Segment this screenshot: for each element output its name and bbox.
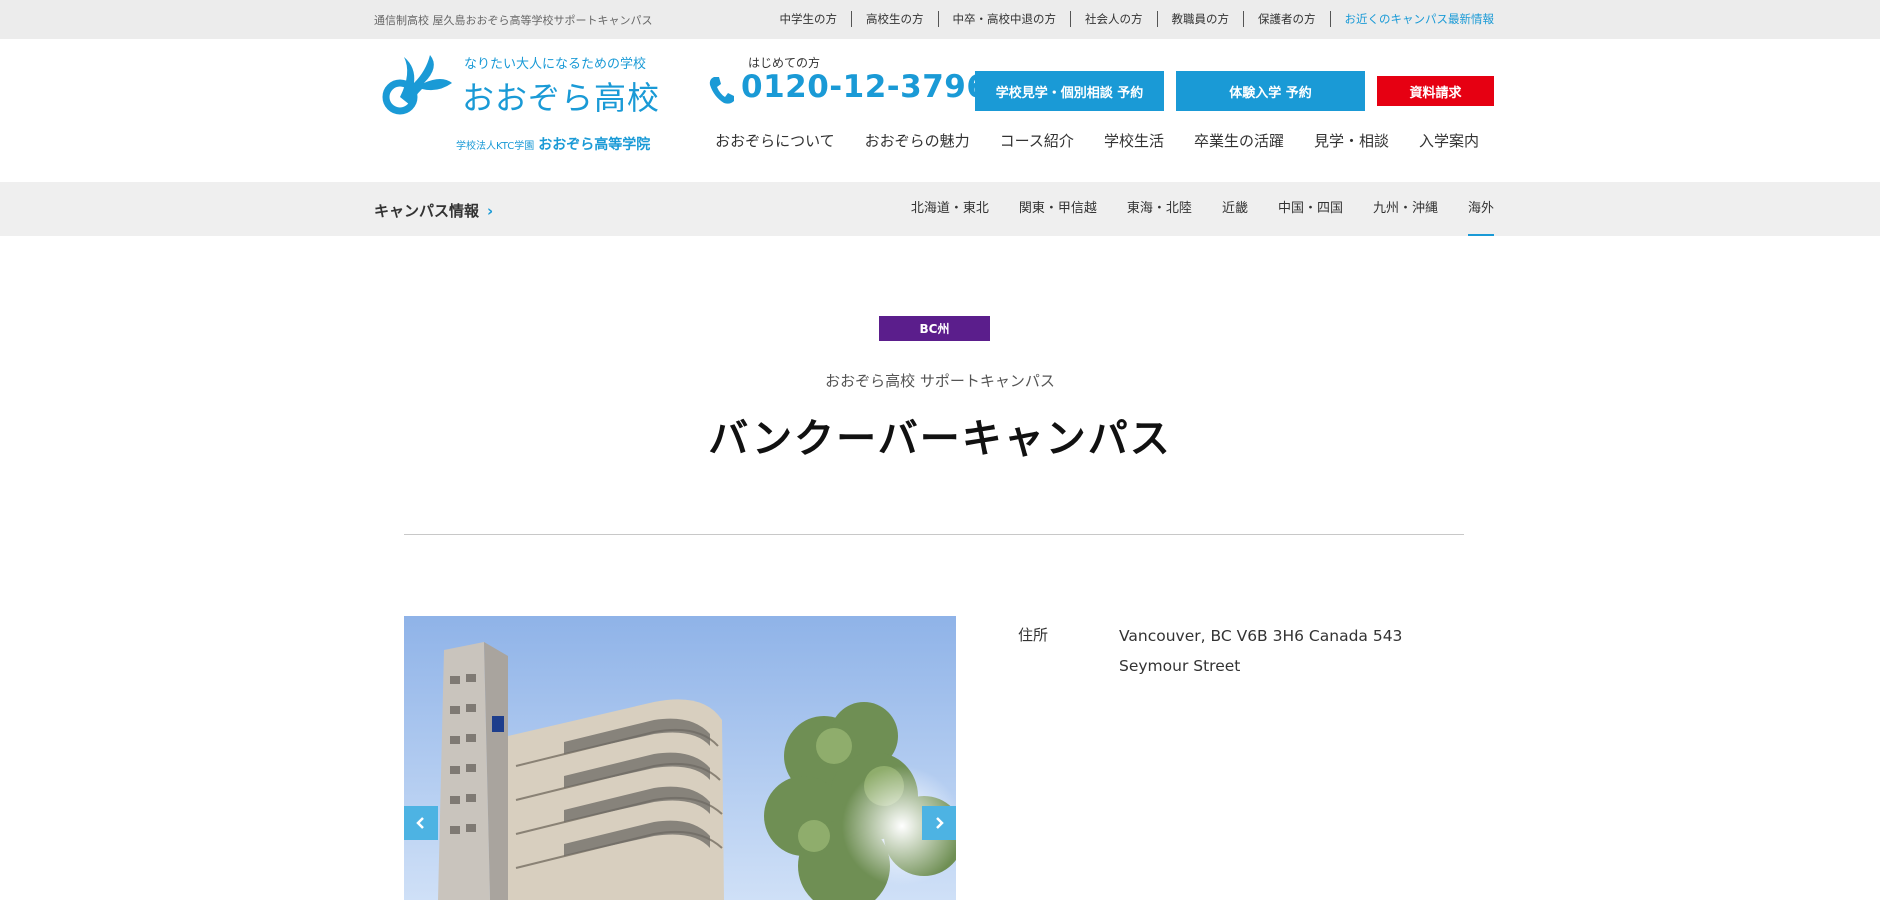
nav-visit[interactable]: 見学・相談 bbox=[1299, 130, 1404, 151]
region-tabs: 北海道・東北 関東・甲信越 東海・北陸 近畿 中国・四国 九州・沖縄 海外 bbox=[881, 182, 1495, 236]
audience-links: 中学生の方 高校生の方 中卒・高校中退の方 社会人の方 教職員の方 保護者の方 … bbox=[766, 11, 1494, 27]
region-badge: BC州 bbox=[879, 316, 990, 341]
main-navigation: おおぞらについて おおぞらの魅力 コース紹介 学校生活 卒業生の活躍 見学・相談… bbox=[700, 130, 1494, 151]
address-value: Vancouver, BC V6B 3H6 Canada 543 Seymour… bbox=[1119, 627, 1403, 675]
address-label: 住所 bbox=[1018, 626, 1049, 644]
slider-next-button[interactable] bbox=[922, 806, 956, 840]
bird-logo-icon bbox=[382, 55, 452, 115]
nav-courses[interactable]: コース紹介 bbox=[985, 130, 1089, 151]
phone-icon bbox=[709, 77, 734, 104]
sub-logo-corporation: 学校法人KTC学園 bbox=[456, 141, 535, 152]
logo-tagline: なりたい大人になるための学校 bbox=[464, 57, 647, 72]
campus-photo bbox=[404, 616, 956, 900]
trial-admission-button[interactable]: 体験入学 予約 bbox=[1176, 71, 1365, 111]
tab-tokai-hokuriku[interactable]: 東海・北陸 bbox=[1127, 182, 1192, 236]
link-junior-high[interactable]: 中学生の方 bbox=[766, 11, 852, 27]
nav-about[interactable]: おおぞらについて bbox=[700, 130, 850, 151]
site-logo[interactable]: なりたい大人になるための学校 おおぞら高校 bbox=[382, 49, 672, 117]
phone-number[interactable]: 0120-12-3796 bbox=[741, 69, 988, 105]
section-divider bbox=[404, 534, 1464, 535]
campus-building-image bbox=[404, 616, 956, 900]
page-title: バンクーバーキャンパス bbox=[708, 416, 1172, 462]
nav-appeal[interactable]: おおぞらの魅力 bbox=[850, 130, 985, 151]
campus-info-link[interactable]: キャンパス情報 › bbox=[374, 200, 493, 221]
nav-graduates[interactable]: 卒業生の活躍 bbox=[1179, 130, 1299, 151]
chevron-left-icon bbox=[416, 817, 424, 829]
slider-prev-button[interactable] bbox=[404, 806, 438, 840]
link-high-school[interactable]: 高校生の方 bbox=[851, 11, 938, 27]
chevron-right-icon bbox=[936, 817, 944, 829]
tab-chugoku-shikoku[interactable]: 中国・四国 bbox=[1278, 182, 1343, 236]
campus-kicker: おおぞら高校 サポートキャンパス bbox=[825, 372, 1055, 390]
school-name: 通信制高校 屋久島おおぞら高等学校サポートキャンパス bbox=[374, 14, 653, 27]
site-header: なりたい大人になるための学校 おおぞら高校 学校法人KTC学園 おおぞら高等学院 … bbox=[374, 39, 1494, 182]
link-parents[interactable]: 保護者の方 bbox=[1243, 11, 1330, 27]
ktc-sub-logo[interactable]: 学校法人KTC学園 おおぞら高等学院 bbox=[456, 134, 650, 154]
sub-logo-name: おおぞら高等学院 bbox=[538, 137, 651, 153]
request-materials-button[interactable]: 資料請求 bbox=[1377, 76, 1494, 106]
link-teachers[interactable]: 教職員の方 bbox=[1156, 11, 1244, 27]
link-dropout[interactable]: 中卒・高校中退の方 bbox=[937, 11, 1071, 27]
tab-kanto-koshinetsu[interactable]: 関東・甲信越 bbox=[1019, 182, 1097, 236]
chevron-right-icon: › bbox=[487, 202, 494, 220]
link-nearby-campus-news[interactable]: お近くのキャンパス最新情報 bbox=[1329, 11, 1494, 27]
tab-kinki[interactable]: 近畿 bbox=[1222, 182, 1248, 236]
campus-info-label: キャンパス情報 bbox=[374, 202, 480, 220]
nav-admission[interactable]: 入学案内 bbox=[1404, 130, 1494, 151]
campus-region-bar: キャンパス情報 › 北海道・東北 関東・甲信越 東海・北陸 近畿 中国・四国 九州… bbox=[0, 182, 1880, 236]
link-working-adults[interactable]: 社会人の方 bbox=[1070, 11, 1157, 27]
logo-title: おおぞら高校 bbox=[462, 79, 661, 117]
tab-hokkaido-tohoku[interactable]: 北海道・東北 bbox=[911, 182, 989, 236]
visit-consultation-button[interactable]: 学校見学・個別相談 予約 bbox=[975, 71, 1164, 111]
tab-overseas[interactable]: 海外 bbox=[1467, 182, 1495, 236]
top-utility-bar: 通信制高校 屋久島おおぞら高等学校サポートキャンパス 中学生の方 高校生の方 中… bbox=[0, 0, 1880, 39]
tab-kyushu-okinawa[interactable]: 九州・沖縄 bbox=[1373, 182, 1438, 236]
nav-school-life[interactable]: 学校生活 bbox=[1089, 130, 1179, 151]
